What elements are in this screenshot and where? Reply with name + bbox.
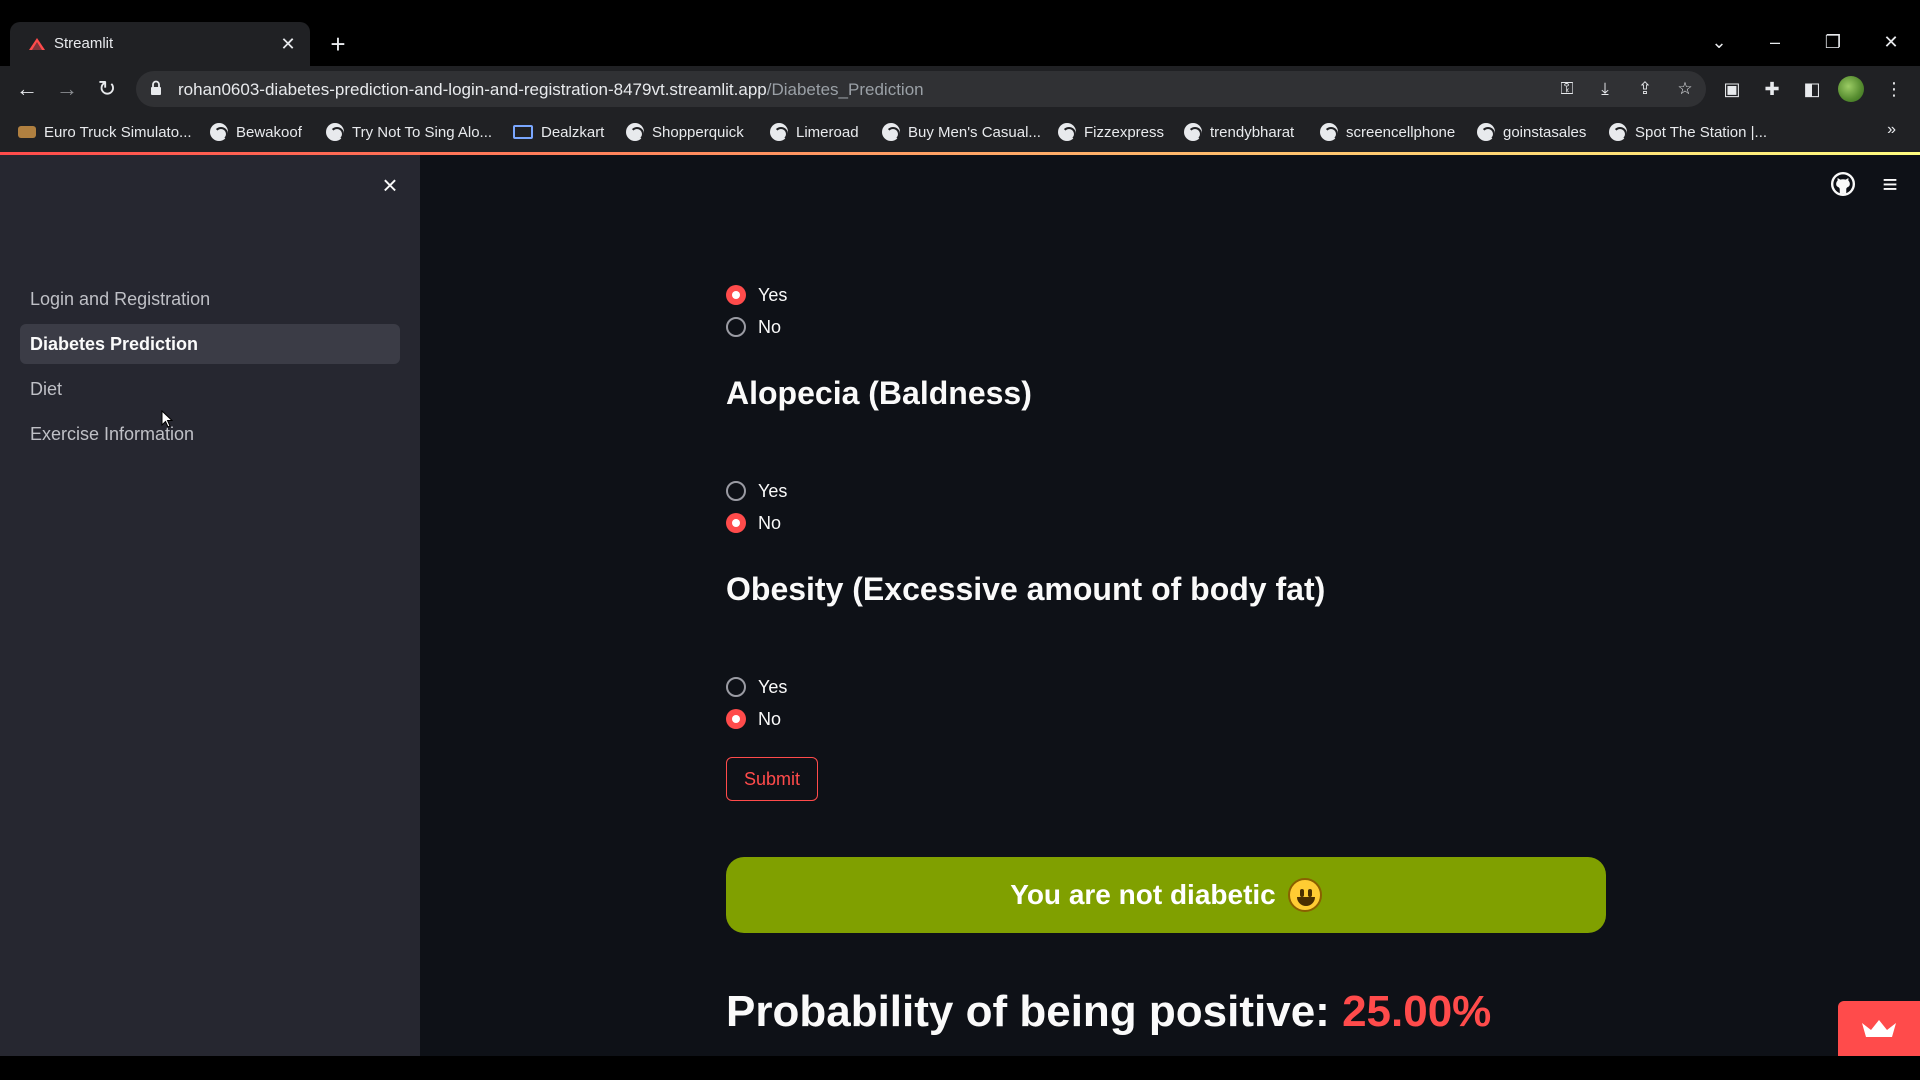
bookmark-item[interactable]: Spot The Station |... [1609,121,1767,143]
extension-b-icon[interactable]: ▣ [1720,77,1744,101]
install-app-icon[interactable]: ⤓ [1594,78,1616,100]
radio-label: Yes [758,676,788,697]
crown-icon[interactable] [1838,1001,1920,1056]
browser-toolbar: ← → ↻ rohan0603-diabetes-prediction-and-… [0,66,1920,112]
bookmark-item[interactable]: Dealzkart [513,121,604,143]
globe-icon [326,123,344,141]
sidebar-item-label: Diabetes Prediction [30,334,199,354]
bookmarks-overflow-icon[interactable]: » [1887,121,1896,139]
probability-text: Probability of being positive: 25.00% [726,987,1491,1037]
globe-icon [1320,123,1338,141]
url-host: rohan0603-diabetes-prediction-and-login-… [178,80,767,99]
streamlit-favicon-icon [29,38,45,50]
bookmarks-bar: Euro Truck Simulato... Bewakoof Try Not … [0,112,1920,152]
truck-icon [18,126,36,138]
radio-selected[interactable] [726,285,746,305]
sidebar-item-diabetes-prediction[interactable]: Diabetes Prediction [20,324,400,364]
alopecia-heading: Alopecia (Baldness) [726,375,1032,411]
obesity-option-yes[interactable]: Yes [726,674,787,700]
sidebar-close-icon[interactable]: × [378,172,402,198]
radio-selected[interactable] [726,709,746,729]
restore-icon[interactable]: ❐ [1818,28,1848,56]
globe-icon [1609,123,1627,141]
bookmark-item[interactable]: Shopperquick [626,121,744,143]
globe-icon [1058,123,1076,141]
probability-value: 25.00% [1342,987,1492,1036]
browser-titlebar: Streamlit ✕ + ⌄ – ❐ ✕ [0,0,1920,66]
mouse-cursor-icon [161,410,173,428]
dealzkart-icon [513,125,533,139]
sidebar-item-label: Login and Registration [30,289,211,309]
url-path: /Diabetes_Prediction [766,80,924,99]
smiley-face-icon [1287,878,1322,912]
radio-label: Yes [758,284,788,305]
bookmark-item[interactable]: Euro Truck Simulato... [18,121,192,143]
back-icon[interactable]: ← [12,74,42,104]
bookmark-item[interactable]: Fizzexpress [1058,121,1164,143]
taskbar-strip [0,1056,1920,1080]
share-icon[interactable]: ⇪ [1634,78,1656,100]
sidebar-item-label: Diet [30,379,63,399]
probability-label: Probability of being positive: [726,987,1330,1036]
result-banner: You are not diabetic [726,857,1606,933]
bookmark-item[interactable]: Bewakoof [210,121,302,143]
globe-icon [882,123,900,141]
main-content: ≡ Yes No Alopecia (Baldness) Yes No Obes… [420,155,1920,1056]
globe-icon [770,123,788,141]
forward-icon[interactable]: → [52,74,82,104]
url-text: rohan0603-diabetes-prediction-and-login-… [178,80,924,100]
radio-option-no[interactable]: No [726,314,781,340]
radio-option-yes[interactable]: Yes [726,282,787,308]
radio-label: No [758,316,782,337]
bookmark-item[interactable]: Buy Men's Casual... [882,121,1041,143]
tab-title: Streamlit [54,35,114,52]
bookmark-item[interactable]: Try Not To Sing Alo... [326,121,492,143]
hamburger-menu-icon[interactable]: ≡ [1877,171,1903,197]
minimize-icon[interactable]: – [1760,28,1790,56]
bookmark-item[interactable]: screencellphone [1320,121,1455,143]
bookmark-item[interactable]: trendybharat [1184,121,1294,143]
radio-label: No [758,708,782,729]
lock-icon [151,80,161,95]
github-icon[interactable] [1830,171,1856,197]
key-icon[interactable]: ⚿ [1556,78,1578,100]
obesity-option-no[interactable]: No [726,706,781,732]
radio-label: Yes [758,480,788,501]
radio-selected[interactable] [726,513,746,533]
bookmark-item[interactable]: goinstasales [1477,121,1586,143]
new-tab-icon[interactable]: + [324,30,352,58]
reload-icon[interactable]: ↻ [92,74,122,104]
address-bar[interactable]: rohan0603-diabetes-prediction-and-login-… [136,71,1706,107]
sidebar: × Login and Registration Diabetes Predic… [0,155,420,1056]
sidebar-item-exercise-information[interactable]: Exercise Information [20,414,400,454]
browser-menu-icon[interactable]: ⋮ [1882,77,1906,101]
radio-label: No [758,512,782,533]
globe-icon [210,123,228,141]
result-message: You are not diabetic [1010,879,1276,910]
tab-close-icon[interactable]: ✕ [276,32,300,56]
tab-search-icon[interactable]: ⌄ [1704,28,1734,56]
side-panel-icon[interactable]: ◧ [1800,77,1824,101]
globe-icon [626,123,644,141]
submit-button[interactable]: Submit [726,757,818,801]
alopecia-option-no[interactable]: No [726,510,781,536]
bookmark-star-icon[interactable]: ☆ [1674,78,1696,100]
radio-unselected[interactable] [726,317,746,337]
obesity-heading: Obesity (Excessive amount of body fat) [726,571,1326,607]
profile-avatar[interactable] [1838,76,1864,102]
globe-icon [1477,123,1495,141]
sidebar-item-diet[interactable]: Diet [20,369,400,409]
browser-tab[interactable]: Streamlit ✕ [10,22,310,66]
radio-unselected[interactable] [726,677,746,697]
window-close-icon[interactable]: ✕ [1876,28,1906,56]
bookmark-item[interactable]: Limeroad [770,121,859,143]
radio-unselected[interactable] [726,481,746,501]
globe-icon [1184,123,1202,141]
alopecia-option-yes[interactable]: Yes [726,478,787,504]
sidebar-item-login-and-registration[interactable]: Login and Registration [20,279,400,319]
extensions-puzzle-icon[interactable]: ✚ [1760,77,1784,101]
